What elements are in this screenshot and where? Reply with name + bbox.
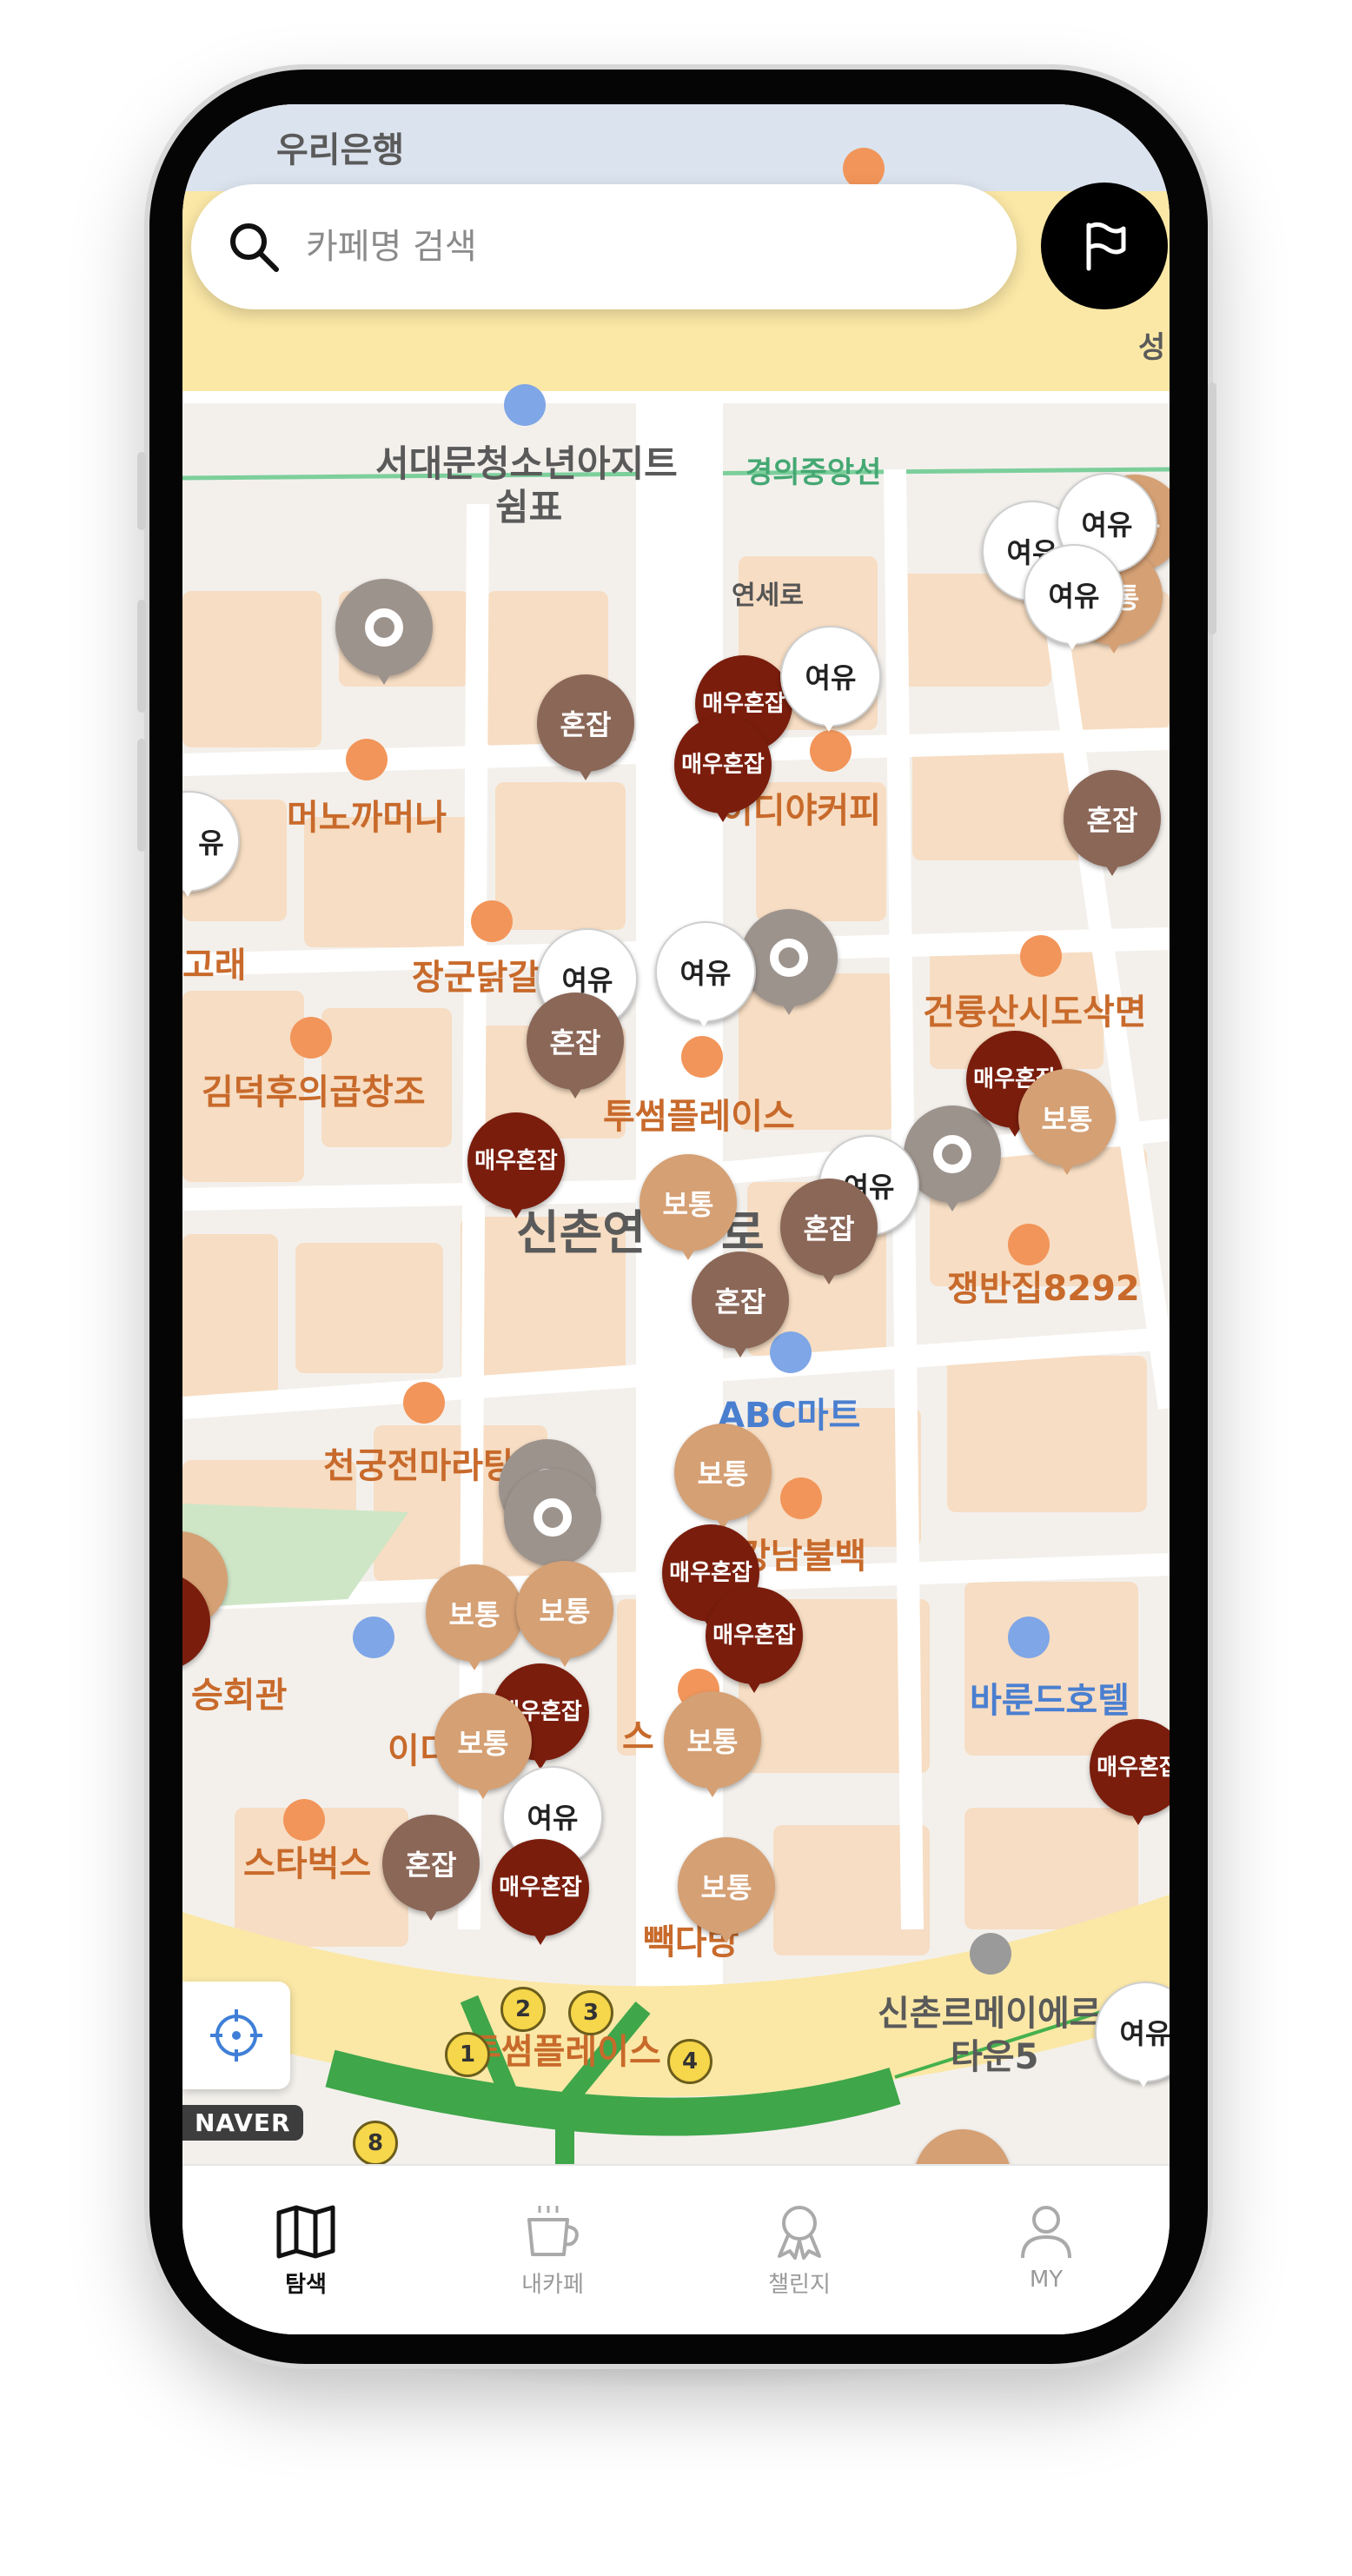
cafe-pin-very-crowded[interactable]: 매우혼잡 (467, 1112, 565, 1243)
map-label-swimpyo: 쉼표 (495, 486, 563, 528)
parking-poi-icon (353, 1617, 394, 1658)
bottom-tab-bar: 탐색 내카페 챌린지 MY (182, 2164, 1170, 2334)
cafe-pin-relaxed[interactable]: 여유 (1095, 1982, 1170, 2112)
hotel-poi-icon (1008, 1617, 1050, 1658)
map-view[interactable]: 우리은행 서대문청소년아지트 쉼표 경의중앙선 연세로 성 머노까머나 이디야커… (182, 104, 1170, 2235)
map-label-town5: 타운5 (951, 2037, 1039, 2077)
current-location-button[interactable] (182, 1982, 290, 2089)
restaurant-poi-icon (346, 739, 388, 780)
map-label-barundeu: 바룬드호텔 (970, 1681, 1130, 1721)
map-label-cheongung: 천궁전마라탕 (323, 1446, 515, 1486)
cafe-pin-very-crowded[interactable] (182, 1573, 210, 1703)
map-label-starbucks: 스타벅스 (243, 1844, 372, 1884)
tab-explore[interactable]: 탐색 (182, 2166, 429, 2334)
subway-exit-badge: 8 (353, 2121, 398, 2166)
cafe-poi-icon (283, 1799, 325, 1841)
map-label-seong: 성 (1138, 330, 1166, 365)
flag-icon (1086, 222, 1126, 271)
tab-my[interactable]: MY (923, 2166, 1170, 2334)
cafe-pin-relaxed[interactable]: 여유 (1024, 544, 1124, 674)
naver-map-logo: NAVER (182, 2105, 303, 2141)
cafe-pin-relaxed[interactable]: 유 (182, 791, 240, 921)
cafe-pin-very-crowded[interactable]: 매우혼잡 (674, 716, 772, 846)
restaurant-poi-icon (290, 1017, 332, 1059)
flag-button[interactable] (1041, 183, 1168, 309)
volume-up-button (137, 600, 146, 713)
map-label-kimdeokhu: 김덕후의곱창조 (202, 1072, 426, 1112)
cafe-poi-icon (843, 148, 885, 189)
tab-label: 내카페 (521, 2272, 584, 2298)
cafe-pin-crowded[interactable]: 혼잡 (1064, 770, 1161, 900)
restaurant-poi-icon (1020, 935, 1062, 977)
building-poi-icon (504, 384, 546, 426)
map-label-jaengban: 쟁반집8292 (947, 1269, 1140, 1309)
cafe-pin-normal[interactable]: 보통 (678, 1837, 775, 1968)
power-button (1208, 382, 1216, 634)
tab-challenge[interactable]: 챌린지 (676, 2166, 923, 2334)
restaurant-poi-icon (471, 900, 513, 942)
tab-label: 챌린지 (768, 2272, 831, 2298)
map-label-twosome2: 투썸플레이스 (469, 2032, 661, 2072)
map-label-yonsei: 연세로 (732, 581, 804, 611)
cafe-pin-crowded[interactable]: 혼잡 (527, 993, 624, 1123)
cafe-pin-crowded[interactable]: 혼잡 (780, 1178, 878, 1309)
search-icon (230, 223, 279, 272)
subway-exit-badge: 4 (667, 2039, 712, 2084)
cafe-pin-very-crowded[interactable]: 매우혼잡 (492, 1839, 589, 1969)
map-label-manokkamana: 머노까머나 (287, 798, 447, 838)
cafe-pin-crowded[interactable]: 혼잡 (692, 1251, 789, 1382)
app-screen: 우리은행 서대문청소년아지트 쉼표 경의중앙선 연세로 성 머노까머나 이디야커… (182, 104, 1170, 2334)
crosshair-icon (210, 2009, 262, 2061)
subway-exit-badge: 1 (445, 2032, 490, 2077)
cafe-pin-relaxed[interactable]: 여유 (655, 921, 756, 1052)
volume-down-button (137, 739, 146, 852)
cafe-pin-unknown[interactable] (335, 579, 433, 709)
cafe-pin-normal[interactable]: 보통 (1018, 1069, 1116, 1199)
tab-my-cafe[interactable]: 내카페 (429, 2166, 676, 2334)
map-label-geonryung: 건륭산시도삭면 (923, 993, 1147, 1032)
coffee-cup-icon (527, 2206, 579, 2256)
map-label-woori: 우리은행 (276, 130, 405, 170)
badge-icon (778, 2206, 821, 2260)
tab-label: 탐색 (285, 2272, 327, 2298)
restaurant-poi-icon (1008, 1224, 1050, 1265)
map-icon (276, 2205, 335, 2259)
search-input[interactable] (304, 226, 968, 268)
restaurant-poi-icon (780, 1477, 822, 1519)
map-label-twosome: 투썸플레이스 (603, 1097, 795, 1137)
building-poi-icon (970, 1933, 1011, 1975)
map-label-gyeongui: 경의중앙선 (746, 455, 882, 490)
map-label-janggundak: 장군닭갈 (412, 958, 540, 998)
cafe-pin-crowded[interactable]: 혼잡 (382, 1815, 480, 1945)
cafe-pin-crowded[interactable]: 혼잡 (537, 674, 634, 805)
map-label-gorae: 고래 (182, 946, 247, 986)
subway-exit-badge: 2 (500, 1987, 546, 2032)
map-label-seu: 스 (622, 1717, 654, 1757)
cafe-pin-relaxed[interactable]: 여유 (780, 626, 881, 756)
search-bar[interactable] (191, 184, 1017, 309)
restaurant-poi-icon (403, 1382, 445, 1424)
cafe-pin-normal[interactable]: 보통 (664, 1691, 761, 1822)
cafe-pin-very-crowded[interactable]: 매우혼잡 (1090, 1719, 1170, 1849)
tab-label: MY (1029, 2267, 1064, 2293)
user-icon (1021, 2206, 1071, 2259)
subway-exit-badge: 3 (568, 1990, 613, 2035)
mute-switch (137, 452, 146, 530)
